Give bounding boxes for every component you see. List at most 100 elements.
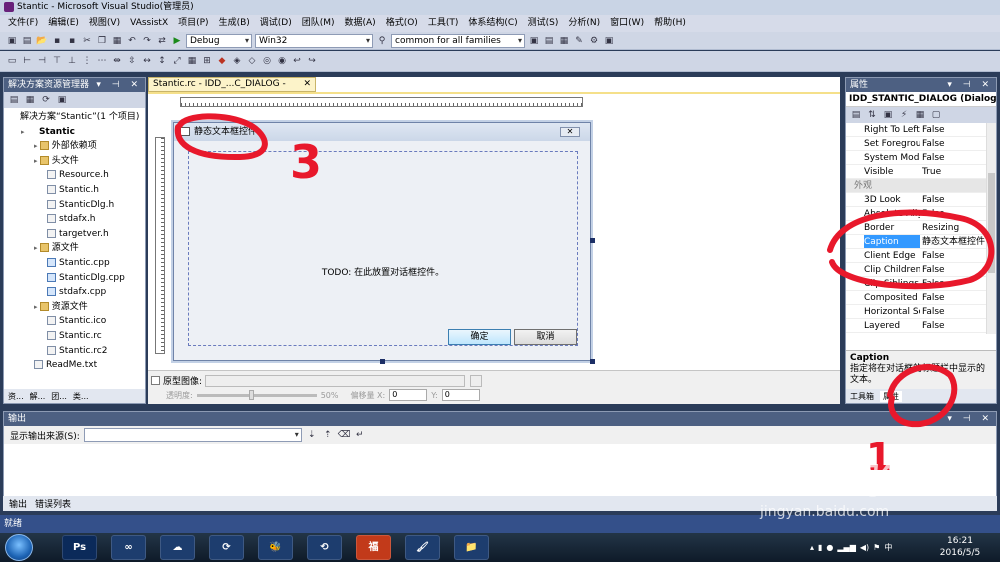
object-browser-icon[interactable]: ▦: [558, 35, 570, 47]
property-value[interactable]: False: [920, 151, 996, 164]
tree-item[interactable]: ▸ 源文件: [4, 241, 145, 256]
tree-item[interactable]: Stantic.rc2: [4, 344, 145, 359]
events-icon[interactable]: ⚡: [898, 109, 910, 121]
show-hidden-icon[interactable]: ▴: [810, 543, 814, 552]
menu-item[interactable]: 文件(F): [3, 15, 43, 32]
property-value[interactable]: False: [920, 291, 996, 304]
property-value[interactable]: False: [920, 319, 996, 332]
menu-item[interactable]: 调试(D): [255, 15, 297, 32]
dialog-todo-label[interactable]: TODO: 在此放置对话框控件。: [174, 265, 592, 278]
solution-tab[interactable]: 团...: [49, 391, 69, 402]
toggle-guides-icon[interactable]: ⊞: [201, 55, 213, 67]
paste-icon[interactable]: ▦: [111, 35, 123, 47]
property-row[interactable]: Composited False: [846, 291, 996, 305]
navigate-icon[interactable]: ⇄: [156, 35, 168, 47]
overrides-icon[interactable]: ▢: [930, 109, 942, 121]
property-value[interactable]: False: [920, 277, 996, 290]
config-select[interactable]: Debug: [186, 33, 252, 48]
tree-item[interactable]: ▸ Stantic: [4, 125, 145, 140]
menu-item[interactable]: 格式(O): [381, 15, 423, 32]
tree-item[interactable]: Stantic.rc: [4, 329, 145, 344]
opacity-slider[interactable]: [196, 389, 317, 400]
property-value[interactable]: False: [920, 123, 996, 136]
panel-pin-icon[interactable]: ▾ ⊣ ✕: [96, 78, 142, 92]
property-row[interactable]: System ModalFalse: [846, 151, 996, 165]
property-row[interactable]: Horizontal ScrollFalse: [846, 305, 996, 319]
solution-tab[interactable]: 类...: [71, 391, 91, 402]
taskbar-app-button[interactable]: ☁: [160, 535, 195, 560]
va-refs-icon[interactable]: ◎: [261, 55, 273, 67]
volume-icon[interactable]: ◀): [860, 543, 869, 552]
resize-handle-right[interactable]: [590, 238, 595, 243]
document-tab[interactable]: Stantic.rc - IDD_...C_DIALOG - Dialog*✕: [148, 77, 316, 102]
space-across-icon[interactable]: ⇹: [111, 55, 123, 67]
undo-icon[interactable]: ↶: [126, 35, 138, 47]
menu-item[interactable]: 体系结构(C): [463, 15, 522, 32]
prototype-image-checkbox[interactable]: [151, 376, 160, 385]
space-down-icon[interactable]: ⇳: [126, 55, 138, 67]
menu-item[interactable]: 分析(N): [563, 15, 605, 32]
property-value[interactable]: True: [920, 165, 996, 178]
taskbar-app-button[interactable]: 🖌: [405, 535, 440, 560]
tree-item[interactable]: Stantic.h: [4, 183, 145, 198]
add-item-icon[interactable]: ▤: [21, 35, 33, 47]
properties-icon[interactable]: ▤: [8, 94, 20, 106]
tree-item[interactable]: ReadMe.txt: [4, 358, 145, 373]
menu-item[interactable]: 项目(P): [173, 15, 213, 32]
taskbar-app-button[interactable]: 📁: [454, 535, 489, 560]
va-forward-icon[interactable]: ↪: [306, 55, 318, 67]
property-value[interactable]: False: [920, 137, 996, 150]
start-debug-icon[interactable]: ▶: [171, 35, 183, 47]
align-top-icon[interactable]: ⊤: [51, 55, 63, 67]
same-height-icon[interactable]: ↕: [156, 55, 168, 67]
toggle-grid-icon[interactable]: ▦: [186, 55, 198, 67]
taskbar-app-button[interactable]: 福: [356, 535, 391, 560]
properties-tab[interactable]: 属性: [880, 390, 902, 402]
security-icon[interactable]: ●: [826, 543, 833, 552]
property-row[interactable]: Clip Children False: [846, 263, 996, 277]
platform-select[interactable]: Win32: [255, 33, 373, 48]
test-dialog-icon[interactable]: ▭: [6, 55, 18, 67]
output-tab[interactable]: 错误列表: [35, 497, 71, 510]
solution-tab[interactable]: 解...: [28, 391, 48, 402]
save-icon[interactable]: ▪: [51, 35, 63, 47]
property-value[interactable]: False: [920, 193, 996, 206]
output-tab[interactable]: 输出: [9, 497, 27, 510]
panel-pin-icon[interactable]: ▾ ⊣ ✕: [947, 412, 993, 426]
tree-item[interactable]: ▸ 外部依赖项: [4, 139, 145, 154]
property-row[interactable]: Client Edge False: [846, 249, 996, 263]
property-value[interactable]: False: [920, 263, 996, 276]
property-row[interactable]: Layered False: [846, 319, 996, 333]
properties-view-icon[interactable]: ▣: [882, 109, 894, 121]
close-tab-icon[interactable]: ✕: [303, 78, 311, 91]
properties-tab[interactable]: 工具箱: [850, 391, 874, 402]
center-horizontal-icon[interactable]: ⋯: [96, 55, 108, 67]
battery-icon[interactable]: ▮: [818, 543, 822, 552]
menu-item[interactable]: 数据(A): [340, 15, 381, 32]
align-bottom-icon[interactable]: ⊥: [66, 55, 78, 67]
dialog-close-icon[interactable]: ✕: [560, 127, 580, 137]
resize-handle-bottom[interactable]: [380, 359, 385, 364]
center-vertical-icon[interactable]: ⋮: [81, 55, 93, 67]
font-select[interactable]: common for all families: [391, 33, 525, 48]
extensions-icon[interactable]: ⚙: [588, 35, 600, 47]
menu-item[interactable]: 帮助(H): [649, 15, 691, 32]
prototype-image-path[interactable]: [205, 374, 466, 387]
align-left-icon[interactable]: ⊢: [21, 55, 33, 67]
property-value[interactable]: False: [920, 305, 996, 318]
menu-item[interactable]: 生成(B): [214, 15, 255, 32]
output-source-select[interactable]: [83, 428, 302, 442]
flag-icon[interactable]: ⚑: [873, 543, 880, 552]
taskbar-app-button[interactable]: ⟳: [209, 535, 244, 560]
start-page-icon[interactable]: ▣: [603, 35, 615, 47]
va-rename-icon[interactable]: ◉: [276, 55, 288, 67]
save-all-icon[interactable]: ▪: [66, 35, 78, 47]
properties-object-select[interactable]: IDD_STANTIC_DIALOG (Dialog): [846, 92, 996, 107]
va-find-icon[interactable]: ◇: [246, 55, 258, 67]
tree-item[interactable]: ▸ 资源文件: [4, 300, 145, 315]
menu-item[interactable]: 编辑(E): [43, 15, 84, 32]
va-open-icon[interactable]: ◈: [231, 55, 243, 67]
tree-item[interactable]: ▸ 头文件: [4, 154, 145, 169]
prev-message-icon[interactable]: ⇡: [322, 429, 334, 441]
tree-item[interactable]: StanticDlg.h: [4, 198, 145, 213]
